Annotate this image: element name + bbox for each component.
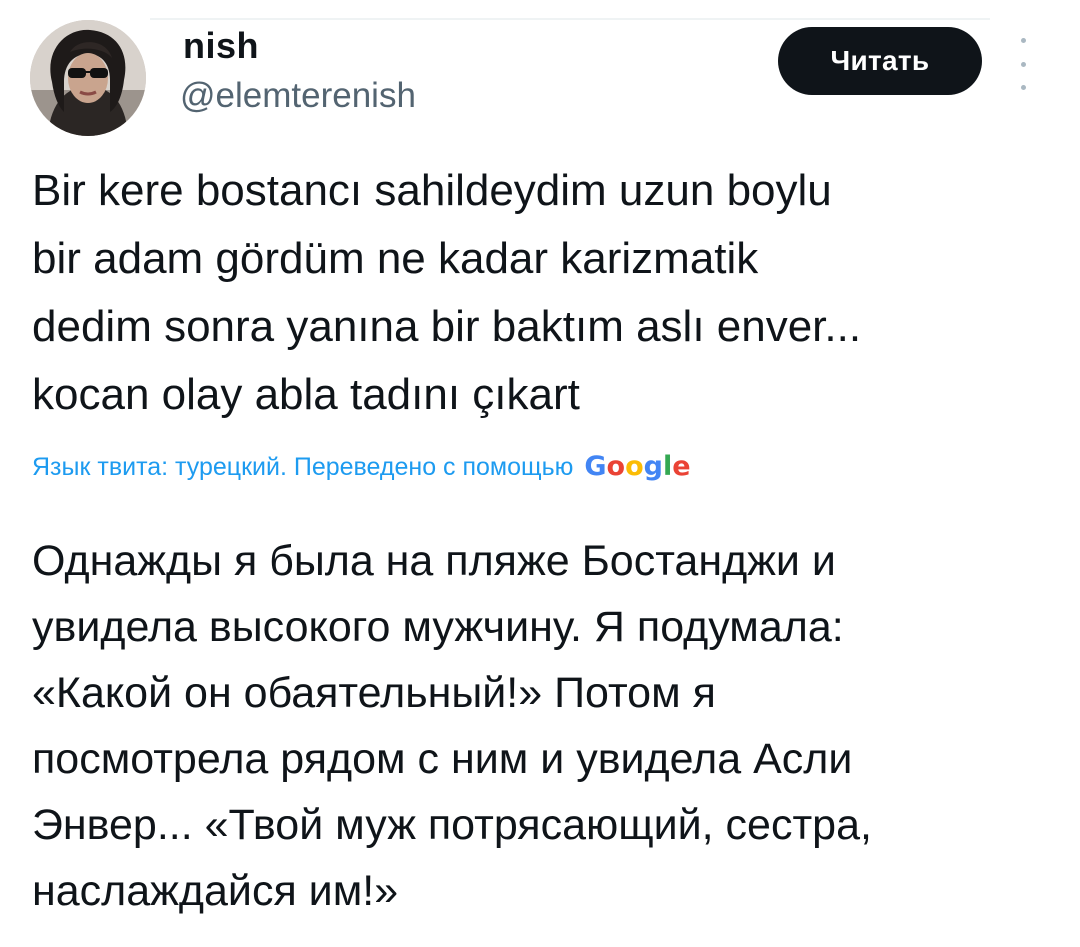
tweet-line: kocan olay abla tadını çıkart [32, 370, 580, 419]
translated-line: увидела высокого мужчину. Я подумала: [32, 603, 844, 651]
top-divider [150, 18, 990, 20]
translation-note[interactable]: Язык твита: турецкий. Переведено с помощ… [32, 450, 691, 484]
author-name[interactable]: nish [183, 24, 259, 68]
translated-line: Однажды я была на пляже Бостанджи и [32, 537, 836, 585]
tweet-line: bir adam gördüm ne kadar karizmatik [32, 234, 759, 283]
profile-photo-icon [30, 20, 146, 136]
more-vertical-icon[interactable] [1006, 38, 1040, 90]
translated-text: Однажды я была на пляже Бостанджи и увид… [32, 528, 1052, 924]
translation-note-text: Язык твита: турецкий. Переведено с помощ… [32, 453, 574, 481]
translated-line: посмотрела рядом с ним и увидела Асли [32, 735, 853, 783]
follow-button[interactable]: Читать [778, 27, 982, 95]
translated-line: «Какой он обаятельный!» Потом я [32, 669, 716, 717]
tweet-line: dedim sonra yanına bir baktım aslı enver… [32, 302, 862, 351]
tweet-text: Bir kere bostancı sahildeydim uzun boylu… [32, 157, 1042, 429]
tweet-line: Bir kere bostancı sahildeydim uzun boylu [32, 166, 832, 215]
author-handle[interactable]: @elemterenish [180, 75, 416, 117]
google-logo: Google [584, 451, 691, 482]
avatar[interactable] [30, 20, 146, 136]
translated-line: наслаждайся им!» [32, 867, 399, 915]
translated-line: Энвер... «Твой муж потрясающий, сестра, [32, 801, 872, 849]
